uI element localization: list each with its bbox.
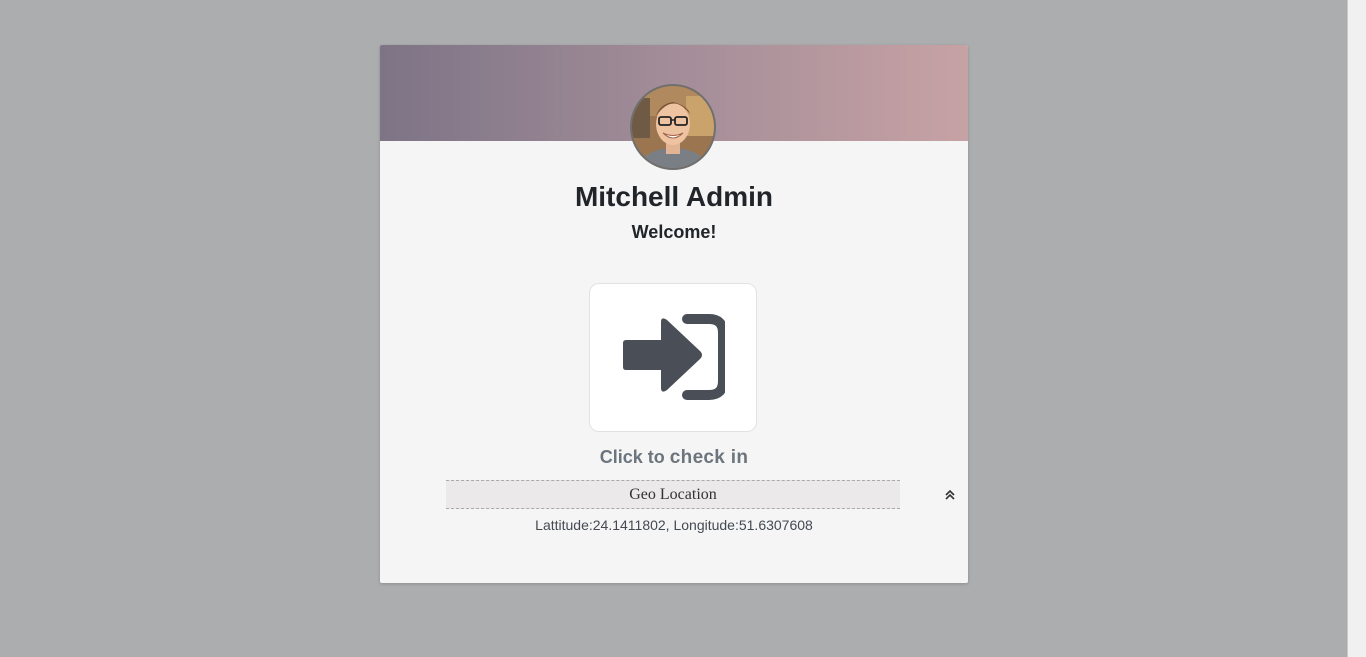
geo-coordinates: Lattitude:24.1411802, Longitude:51.63076… bbox=[535, 517, 813, 533]
sign-in-icon bbox=[623, 314, 725, 400]
check-in-caption-prefix: Click to bbox=[599, 447, 665, 467]
welcome-message: Welcome! bbox=[631, 222, 717, 242]
avatar bbox=[630, 84, 716, 170]
attendance-card: Mitchell Admin Welcome! Click to check i… bbox=[380, 45, 968, 583]
user-avatar-photo-icon bbox=[632, 86, 714, 168]
check-in-caption: Click to check in bbox=[380, 447, 968, 469]
geo-location-header[interactable]: Geo Location bbox=[446, 480, 900, 509]
user-name: Mitchell Admin bbox=[574, 181, 774, 212]
check-in-button[interactable] bbox=[589, 283, 757, 432]
check-in-caption-action: check in bbox=[669, 447, 749, 468]
scrollbar[interactable] bbox=[1347, 0, 1366, 657]
double-chevron-up-icon[interactable] bbox=[943, 488, 957, 502]
